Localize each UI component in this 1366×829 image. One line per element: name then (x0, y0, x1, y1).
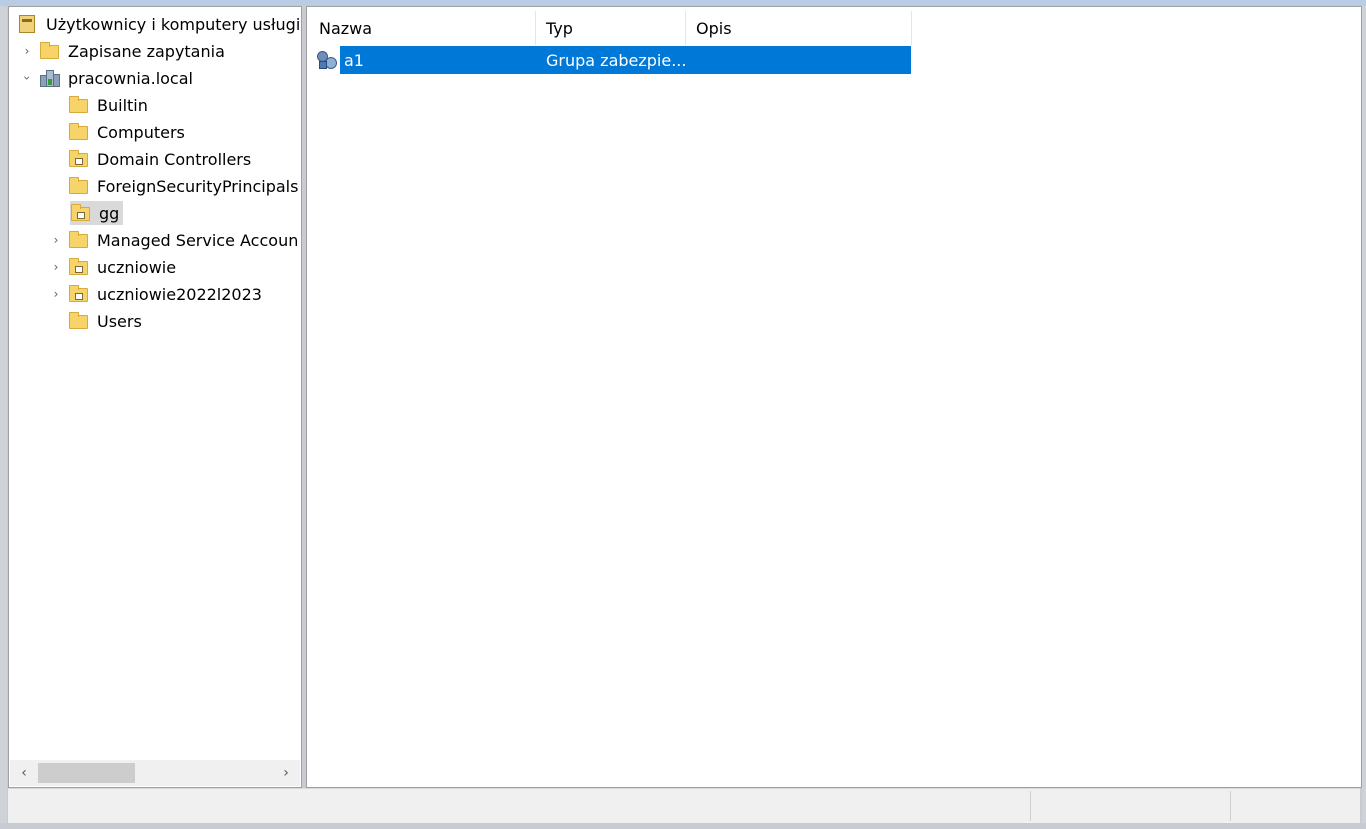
scroll-right-icon[interactable]: › (274, 760, 298, 786)
domain-icon (39, 69, 61, 87)
tree-item-foreign-security-principals[interactable]: ForeignSecurityPrincipals (48, 174, 298, 198)
row-name: a1 (344, 50, 364, 70)
column-header-description[interactable]: Opis (686, 11, 912, 45)
expander-placeholder (48, 313, 64, 329)
list-item[interactable]: a1 Grupa zabezpie... (313, 46, 911, 74)
chevron-down-icon[interactable]: › (19, 70, 35, 86)
tree-item-computers[interactable]: Computers (48, 120, 185, 144)
tree-item-label: uczniowie2022l2023 (97, 284, 262, 304)
tree-item-label: Computers (97, 122, 185, 142)
expander-placeholder (48, 151, 64, 167)
tree-item-domain-controllers[interactable]: Domain Controllers (48, 147, 251, 171)
snapin-root-icon (17, 15, 39, 33)
tree-item-root[interactable]: Użytkownicy i komputery usługi (11, 12, 300, 36)
tree-item-uczniowie2022l2023[interactable]: › uczniowie2022l2023 (48, 282, 262, 306)
tree-item-builtin[interactable]: Builtin (48, 93, 148, 117)
folder-icon (68, 96, 90, 114)
selection-highlight: gg (70, 201, 124, 225)
row-type: Grupa zabezpie... (546, 50, 687, 70)
tree-item-label: uczniowie (97, 257, 177, 277)
expander-placeholder (48, 124, 64, 140)
chevron-right-icon[interactable]: › (19, 43, 35, 59)
folder-icon (68, 231, 90, 249)
chevron-right-icon[interactable]: › (48, 232, 64, 248)
tree-item-label: Managed Service Accoun (97, 230, 299, 250)
tree-item-uczniowie[interactable]: › uczniowie (48, 255, 177, 279)
expander-placeholder (48, 205, 64, 221)
horizontal-scrollbar[interactable]: ‹ › (10, 760, 300, 786)
expander-placeholder (48, 178, 64, 194)
outer-right-edge (1362, 6, 1366, 829)
tree-item-saved-queries[interactable]: › Zapisane zapytania (19, 39, 225, 63)
outer-left-edge (0, 6, 7, 829)
tree-item-gg[interactable]: gg (48, 201, 124, 225)
results-list-pane[interactable]: Nazwa Typ Opis a1 Grupa zabezpie... (306, 6, 1362, 788)
ou-folder-icon (70, 204, 92, 222)
tree-item-domain[interactable]: › pracownia.local (19, 66, 193, 90)
security-group-icon (316, 49, 340, 71)
tree-item-label: Zapisane zapytania (68, 41, 225, 61)
column-header-type[interactable]: Typ (536, 11, 686, 45)
status-bar (8, 788, 1360, 823)
scroll-left-icon[interactable]: ‹ (12, 760, 36, 786)
tree-item-users[interactable]: Users (48, 309, 142, 333)
folder-icon (39, 42, 61, 60)
scrollbar-thumb[interactable] (38, 763, 135, 783)
tree-item-label: ForeignSecurityPrincipals (97, 176, 299, 196)
status-separator (1030, 791, 1031, 821)
tree-item-label: Users (97, 311, 142, 331)
expander-placeholder (48, 97, 64, 113)
folder-icon (68, 123, 90, 141)
ou-folder-icon (68, 258, 90, 276)
chevron-right-icon[interactable]: › (48, 286, 64, 302)
tree-item-label: Domain Controllers (97, 149, 252, 169)
bottom-strip (0, 823, 1366, 829)
folder-icon (68, 312, 90, 330)
status-separator (1230, 791, 1231, 821)
column-header-name[interactable]: Nazwa (309, 11, 536, 45)
tree-item-label: pracownia.local (68, 68, 193, 88)
console-tree-pane[interactable]: Użytkownicy i komputery usługi › Zapisan… (8, 6, 302, 788)
tree-item-label: Builtin (97, 95, 148, 115)
chevron-right-icon[interactable]: › (48, 259, 64, 275)
tree-item-managed-service-accounts[interactable]: › Managed Service Accoun (48, 228, 299, 252)
tree-item-label: Użytkownicy i komputery usługi (46, 14, 301, 34)
tree-item-label: gg (99, 203, 120, 223)
ou-folder-icon (68, 150, 90, 168)
ou-folder-icon (68, 285, 90, 303)
folder-icon (68, 177, 90, 195)
